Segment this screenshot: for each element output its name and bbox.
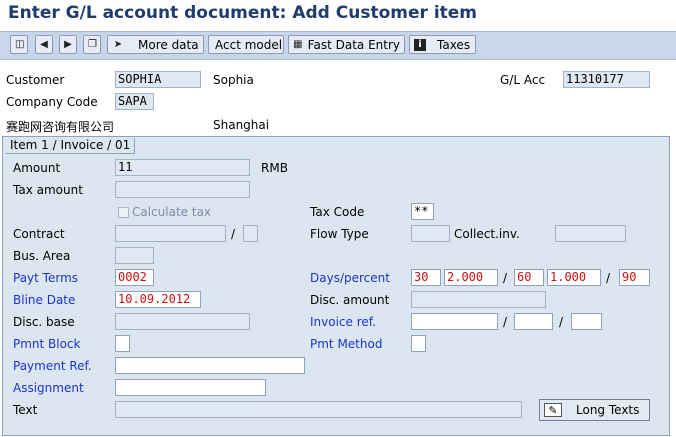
flow-type-label: Flow Type — [310, 227, 369, 241]
invoice-ref-label: Invoice ref. — [310, 315, 376, 329]
tax-amount-field[interactable] — [115, 181, 250, 198]
contract-type-field[interactable] — [243, 225, 258, 242]
payt-terms-field[interactable]: 0002 — [115, 269, 154, 286]
collect-inv-field[interactable] — [555, 225, 626, 242]
prev-doc-icon[interactable]: ◫ — [10, 35, 28, 54]
pmt-method-label: Pmt Method — [310, 337, 383, 351]
fast-entry-label: Fast Data Entry — [307, 37, 400, 52]
currency-label: RMB — [261, 161, 288, 175]
days1-field[interactable]: 30 — [411, 269, 441, 286]
arrow-right-icon: ➤ — [113, 38, 123, 50]
separator: / — [503, 271, 508, 285]
separator: / — [503, 315, 508, 329]
taxes-label: Taxes — [437, 37, 471, 52]
long-texts-button[interactable]: ✎ Long Texts — [539, 399, 650, 421]
page-title: Enter G/L account document: Add Customer… — [8, 3, 478, 23]
tax-code-field[interactable]: ** — [411, 203, 434, 220]
grid-icon: ▦ — [293, 38, 303, 50]
percent2-field[interactable]: 1.000 — [547, 269, 601, 286]
long-texts-icon: ✎ — [544, 403, 562, 417]
taxes-button[interactable]: i Taxes — [409, 35, 476, 54]
disc-base-field[interactable] — [115, 313, 250, 330]
company-code-field[interactable]: SAPA — [115, 93, 154, 110]
text-label: Text — [13, 403, 38, 417]
pmnt-block-label: Pmnt Block — [13, 337, 81, 351]
gl-account-field[interactable]: 11310177 — [563, 71, 650, 88]
amount-field[interactable]: 11 — [115, 159, 250, 176]
payment-ref-field[interactable] — [115, 357, 305, 374]
assignment-label: Assignment — [13, 381, 84, 395]
contract-label: Contract — [13, 227, 65, 241]
customer-label: Customer — [6, 73, 65, 87]
disc-amount-field[interactable] — [411, 291, 546, 308]
calculate-tax-checkbox[interactable] — [118, 207, 129, 218]
payment-ref-label: Payment Ref. — [13, 359, 92, 373]
info-icon: i — [414, 38, 426, 51]
separator: / — [231, 227, 236, 241]
contract-field[interactable] — [115, 225, 226, 242]
pmnt-block-field[interactable] — [115, 335, 130, 352]
invoice-ref-field[interactable] — [411, 313, 498, 330]
percent1-field[interactable]: 2.000 — [444, 269, 498, 286]
next-icon[interactable]: ▶ — [59, 35, 77, 54]
tax-amount-label: Tax amount — [13, 183, 83, 197]
bline-date-label: Bline Date — [13, 293, 76, 307]
days3-field[interactable]: 90 — [619, 269, 650, 286]
copy-icon[interactable]: ❐ — [83, 35, 101, 54]
separator: / — [606, 271, 611, 285]
long-texts-label: Long Texts — [576, 403, 640, 417]
disc-amount-label: Disc. amount — [310, 293, 390, 307]
customer-field[interactable]: SOPHIA — [115, 71, 201, 88]
city: Shanghai — [213, 118, 270, 132]
days2-field[interactable]: 60 — [514, 269, 544, 286]
separator: / — [559, 315, 564, 329]
days-percent-label: Days/percent — [310, 271, 390, 285]
gl-account-label: G/L Acc — [500, 73, 546, 87]
acct-model-button[interactable]: Acct model — [208, 35, 284, 54]
bus-area-label: Bus. Area — [13, 249, 71, 263]
item-tab: Item 1 / Invoice / 01 — [6, 138, 136, 154]
text-field[interactable] — [115, 401, 522, 418]
acct-model-label: Acct model — [215, 37, 283, 52]
company-name: 赛跑网咨询有限公司 — [6, 120, 115, 134]
tax-code-label: Tax Code — [310, 205, 365, 219]
pmt-method-field[interactable] — [411, 335, 426, 352]
company-code-label: Company Code — [6, 95, 98, 109]
toolbar: ◫ ◀ ▶ ❐ ➤ More data Acct model ▦ Fast Da… — [0, 31, 676, 60]
flow-type-field[interactable] — [411, 225, 450, 242]
more-data-label: More data — [138, 37, 199, 52]
assignment-field[interactable] — [115, 379, 266, 396]
calculate-tax-label: Calculate tax — [132, 205, 212, 219]
collect-inv-label: Collect.inv. — [454, 227, 520, 241]
customer-name: Sophia — [213, 73, 254, 87]
invoice-ref-item-field[interactable] — [571, 313, 602, 330]
amount-label: Amount — [13, 161, 61, 175]
first-icon[interactable]: ◀ — [35, 35, 53, 54]
more-data-button[interactable]: ➤ More data — [107, 35, 204, 54]
disc-base-label: Disc. base — [13, 315, 75, 329]
bline-date-field[interactable]: 10.09.2012 — [115, 291, 201, 308]
bus-area-field[interactable] — [115, 247, 154, 264]
fast-data-entry-button[interactable]: ▦ Fast Data Entry — [288, 35, 405, 54]
item-panel — [2, 136, 670, 436]
payt-terms-label: Payt Terms — [13, 271, 79, 285]
invoice-ref-year-field[interactable] — [514, 313, 553, 330]
